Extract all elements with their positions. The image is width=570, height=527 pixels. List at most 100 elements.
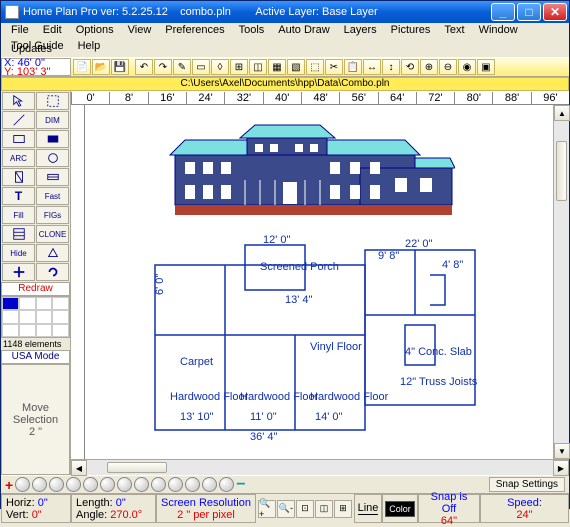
view-btn-11[interactable] <box>185 477 200 492</box>
ruler-horizontal[interactable]: 0'8'16'24'32'40'48'56'64'72'80'88'96' <box>71 91 569 105</box>
menu-tools[interactable]: Tools <box>233 23 271 37</box>
view-btn-3[interactable] <box>49 477 64 492</box>
menu-options[interactable]: Options <box>70 23 120 37</box>
view-btn-7[interactable] <box>117 477 132 492</box>
menu-autodraw[interactable]: Auto Draw <box>272 23 335 37</box>
maximize-button[interactable]: □ <box>517 3 541 21</box>
view-btn-9[interactable] <box>151 477 166 492</box>
tb-btn8[interactable]: ◊ <box>211 59 229 75</box>
zoom-in-icon[interactable]: + <box>5 477 13 493</box>
tb-sep1 <box>130 59 134 75</box>
status-bar: Horiz: 0" Vert: 0" Length: 0" Angle: 270… <box>1 493 569 523</box>
tb-btn14[interactable]: ✂ <box>325 59 343 75</box>
menu-updates[interactable]: Updates <box>5 42 58 56</box>
menu-file[interactable]: File <box>5 23 35 37</box>
zoom-out-icon[interactable]: − <box>236 480 245 490</box>
tb-open[interactable]: 📂 <box>92 59 110 75</box>
scroll-thumb-v[interactable] <box>556 141 567 201</box>
ruler-vertical[interactable] <box>71 105 85 459</box>
snap-settings-button[interactable]: Snap Settings <box>489 477 565 492</box>
menu-window[interactable]: Window <box>473 23 524 37</box>
view-btn-8[interactable] <box>134 477 149 492</box>
tool-arc[interactable]: ARC <box>2 149 35 167</box>
tb-redo[interactable]: ↷ <box>154 59 172 75</box>
tool-move[interactable] <box>2 263 35 281</box>
tool-window[interactable] <box>36 168 69 186</box>
menu-view[interactable]: View <box>122 23 158 37</box>
tool-rect[interactable] <box>2 130 35 148</box>
svg-text:6' 0": 6' 0" <box>154 274 166 295</box>
tool-pointer[interactable] <box>2 92 35 110</box>
tool-select[interactable] <box>36 92 69 110</box>
tb-save[interactable]: 💾 <box>111 59 129 75</box>
drawing-canvas[interactable]: Screened Porch Vinyl Floor Carpet 4" Con… <box>85 105 553 459</box>
svg-text:4' 8": 4' 8" <box>442 259 463 271</box>
tool-circle[interactable] <box>36 149 69 167</box>
redraw-button[interactable]: Redraw <box>1 282 70 296</box>
tool-poly[interactable] <box>36 244 69 262</box>
menu-layers[interactable]: Layers <box>338 23 383 37</box>
tb-btn7[interactable]: ▭ <box>192 59 210 75</box>
tool-figs[interactable]: FIGs <box>36 206 69 224</box>
tool-hatch[interactable] <box>2 225 35 243</box>
scroll-down-button[interactable]: ▼ <box>554 443 570 459</box>
tb-btn15[interactable]: 📋 <box>344 59 362 75</box>
menu-pictures[interactable]: Pictures <box>385 23 437 37</box>
tool-hide[interactable]: Hide <box>2 244 35 262</box>
view-btn-2[interactable] <box>32 477 47 492</box>
menu-help[interactable]: Help <box>72 39 107 53</box>
file-path-bar: C:\Users\Axel\Documents\hpp\Data\Combo.p… <box>1 77 569 91</box>
tool-line[interactable] <box>2 111 35 129</box>
tb-btn10[interactable]: ◫ <box>249 59 267 75</box>
move-selection-box[interactable]: Move Selection 2 " <box>1 364 70 475</box>
tool-fast[interactable]: Fast <box>36 187 69 205</box>
tool-clone[interactable]: CLONE <box>36 225 69 243</box>
view-btn-13[interactable] <box>219 477 234 492</box>
tb-btn20[interactable]: ⊖ <box>439 59 457 75</box>
tb-btn16[interactable]: ↔ <box>363 59 381 75</box>
svg-text:13' 4": 13' 4" <box>285 294 313 306</box>
view-button-bar: + − Snap Settings <box>1 475 569 493</box>
scroll-up-button[interactable]: ▲ <box>554 105 570 121</box>
tool-rotate[interactable] <box>36 263 69 281</box>
menu-edit[interactable]: Edit <box>37 23 68 37</box>
usa-mode-button[interactable]: USA Mode <box>1 350 70 364</box>
view-btn-1[interactable] <box>15 477 30 492</box>
view-btn-5[interactable] <box>83 477 98 492</box>
tb-btn12[interactable]: ▧ <box>287 59 305 75</box>
tb-btn21[interactable]: ◉ <box>458 59 476 75</box>
menu-text[interactable]: Text <box>438 23 470 37</box>
tool-dim[interactable]: DIM <box>36 111 69 129</box>
tb-btn19[interactable]: ⊕ <box>420 59 438 75</box>
tb-new[interactable]: 📄 <box>73 59 91 75</box>
close-button[interactable]: ✕ <box>543 3 567 21</box>
tool-panel: DIM ARC T Fast Fill FIGs CLONE Hide Redr… <box>1 91 71 475</box>
menu-preferences[interactable]: Preferences <box>159 23 230 37</box>
pattern-palette[interactable] <box>1 296 70 338</box>
app-icon <box>5 5 19 19</box>
tool-text[interactable]: T <box>2 187 35 205</box>
scroll-thumb-h[interactable] <box>107 462 167 473</box>
scroll-left-button[interactable]: ◀ <box>71 460 87 476</box>
tool-rectfill[interactable] <box>36 130 69 148</box>
tb-btn9[interactable]: ⊞ <box>230 59 248 75</box>
scroll-right-button[interactable]: ▶ <box>553 460 569 476</box>
tb-btn6[interactable]: ✎ <box>173 59 191 75</box>
tb-btn18[interactable]: ⟲ <box>401 59 419 75</box>
view-btn-10[interactable] <box>168 477 183 492</box>
scrollbar-vertical[interactable]: ▲ ▼ <box>553 105 569 459</box>
element-count: 1148 elements <box>1 338 70 350</box>
tb-btn11[interactable]: ▦ <box>268 59 286 75</box>
tool-door[interactable] <box>2 168 35 186</box>
minimize-button[interactable]: _ <box>491 3 515 21</box>
scrollbar-horizontal[interactable]: ◀ ▶ <box>71 459 569 475</box>
tool-fill[interactable]: Fill <box>2 206 35 224</box>
tb-btn22[interactable]: ▣ <box>477 59 495 75</box>
svg-text:Hardwood Floor: Hardwood Floor <box>240 391 319 403</box>
view-btn-4[interactable] <box>66 477 81 492</box>
view-btn-12[interactable] <box>202 477 217 492</box>
tb-btn13[interactable]: ⬚ <box>306 59 324 75</box>
tb-undo[interactable]: ↶ <box>135 59 153 75</box>
view-btn-6[interactable] <box>100 477 115 492</box>
tb-btn17[interactable]: ↕ <box>382 59 400 75</box>
